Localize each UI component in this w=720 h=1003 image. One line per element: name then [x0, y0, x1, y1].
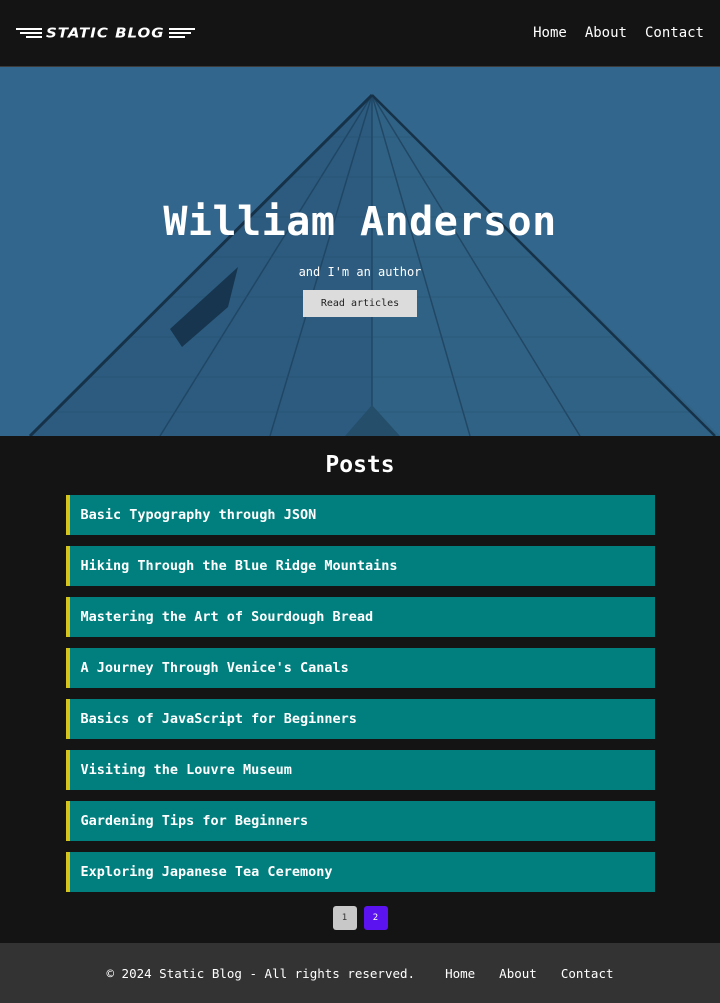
- hero-title: William Anderson: [163, 199, 557, 245]
- post-item[interactable]: Basics of JavaScript for Beginners: [65, 699, 655, 739]
- hero-content: William Anderson and I'm an author Read …: [0, 67, 720, 317]
- post-item[interactable]: Basic Typography through JSON: [65, 495, 655, 535]
- page-1-button[interactable]: 1: [332, 906, 357, 930]
- hero-subtitle: and I'm an author: [298, 265, 422, 279]
- site-footer: © 2024 Static Blog - All rights reserved…: [0, 943, 720, 1003]
- footer-nav-about[interactable]: About: [499, 966, 537, 981]
- posts-title: Posts: [325, 452, 395, 478]
- hero-section: William Anderson and I'm an author Read …: [0, 67, 720, 436]
- logo-speed-lines-left: [16, 28, 42, 38]
- pagination: 1 2: [332, 906, 388, 930]
- post-item[interactable]: A Journey Through Venice's Canals: [65, 648, 655, 688]
- logo[interactable]: STATIC BLOG: [16, 23, 195, 43]
- post-list: Basic Typography through JSON Hiking Thr…: [65, 495, 655, 892]
- post-item[interactable]: Exploring Japanese Tea Ceremony: [65, 852, 655, 892]
- post-item[interactable]: Visiting the Louvre Museum: [65, 750, 655, 790]
- posts-section: Posts Basic Typography through JSON Hiki…: [0, 436, 720, 930]
- post-item[interactable]: Gardening Tips for Beginners: [65, 801, 655, 841]
- nav-about[interactable]: About: [585, 25, 627, 41]
- copyright-text: © 2024 Static Blog - All rights reserved…: [106, 965, 416, 981]
- page-2-button[interactable]: 2: [363, 906, 388, 930]
- footer-nav: Home About Contact: [445, 966, 613, 981]
- main-nav: Home About Contact: [533, 25, 704, 41]
- footer-nav-contact[interactable]: Contact: [561, 966, 614, 981]
- post-item[interactable]: Hiking Through the Blue Ridge Mountains: [65, 546, 655, 586]
- logo-text: STATIC BLOG: [46, 24, 165, 42]
- nav-contact[interactable]: Contact: [645, 25, 704, 41]
- read-articles-button[interactable]: Read articles: [302, 290, 418, 317]
- logo-speed-lines-right: [168, 28, 195, 38]
- post-item[interactable]: Mastering the Art of Sourdough Bread: [65, 597, 655, 637]
- footer-nav-home[interactable]: Home: [445, 966, 475, 981]
- nav-home[interactable]: Home: [533, 25, 567, 41]
- site-header: STATIC BLOG Home About Contact: [0, 0, 720, 67]
